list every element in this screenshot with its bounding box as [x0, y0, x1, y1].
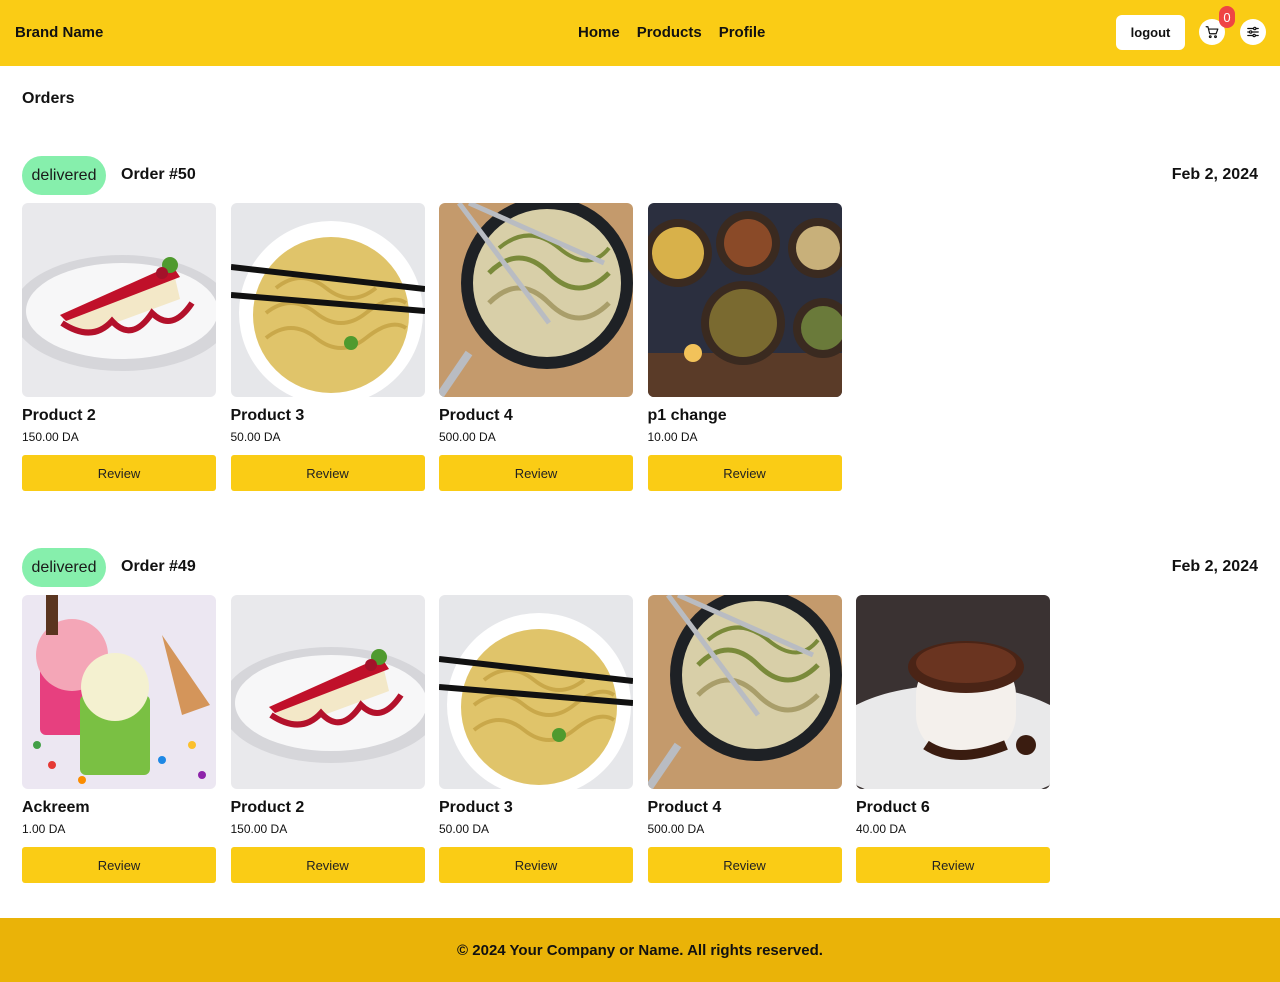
product-image-ice-cream[interactable]: [22, 595, 216, 789]
review-button[interactable]: Review: [230, 455, 425, 491]
product-price: 150.00 DA: [230, 822, 288, 836]
page-title: Orders: [22, 90, 75, 107]
review-button[interactable]: Review: [230, 847, 425, 883]
review-button[interactable]: Review: [439, 455, 633, 491]
review-button[interactable]: Review: [647, 455, 842, 491]
product-price: 40.00 DA: [856, 822, 907, 836]
footer-copyright: © 2024 Your Company or Name. All rights …: [457, 941, 823, 959]
product-card: Product 2 150.00 DA Review: [230, 595, 425, 883]
order-products: Ackreem 1.00 DA Review Product 2 150.00 …: [22, 595, 1050, 883]
product-image-food-pots[interactable]: [647, 203, 842, 397]
product-card: p1 change 10.00 DA Review: [647, 203, 842, 491]
product-card: Product 2 150.00 DA Review: [22, 203, 216, 491]
product-name: Product 2: [22, 407, 96, 424]
cart-count-badge: 0: [1219, 6, 1235, 28]
product-image-pan-pasta[interactable]: [439, 203, 633, 397]
product-price: 500.00 DA: [439, 430, 496, 444]
product-card: Product 3 50.00 DA Review: [439, 595, 633, 883]
order-header: delivered Order #49 Feb 2, 2024: [22, 548, 1258, 587]
sliders-icon: [1247, 26, 1259, 38]
product-price: 50.00 DA: [439, 822, 490, 836]
product-image-cheesecake[interactable]: [22, 203, 216, 397]
order-products: Product 2 150.00 DA Review Product 3 50.…: [22, 203, 842, 491]
order-number: Order #49: [121, 558, 196, 575]
product-name: Product 2: [230, 799, 305, 816]
product-card: Product 3 50.00 DA Review: [230, 203, 425, 491]
brand-name[interactable]: Brand Name: [15, 24, 103, 41]
review-button[interactable]: Review: [647, 847, 842, 883]
product-name: Product 4: [647, 799, 722, 816]
product-price: 10.00 DA: [647, 430, 698, 444]
product-name: Product 6: [856, 799, 930, 816]
filter-settings-button[interactable]: [1240, 19, 1266, 45]
order-date: Feb 2, 2024: [1171, 558, 1258, 575]
product-price: 150.00 DA: [22, 430, 79, 444]
order-number: Order #50: [121, 166, 196, 183]
top-navbar: Brand Name Home Products Profile logout …: [0, 0, 1280, 66]
status-badge: delivered: [22, 548, 106, 587]
product-name: Ackreem: [22, 799, 90, 816]
order-date: Feb 2, 2024: [1171, 166, 1258, 183]
review-button[interactable]: Review: [22, 847, 216, 883]
cart-icon: [1205, 26, 1219, 39]
product-image-noodles[interactable]: [439, 595, 633, 789]
order-header: delivered Order #50 Feb 2, 2024: [22, 156, 1258, 195]
product-card: Product 6 40.00 DA Review: [856, 595, 1050, 883]
product-card: Product 4 500.00 DA Review: [439, 203, 633, 491]
product-name: Product 3: [230, 407, 305, 424]
product-image-pan-pasta[interactable]: [648, 595, 842, 789]
nav-home[interactable]: Home: [578, 24, 620, 41]
status-badge: delivered: [22, 156, 106, 195]
product-price: 50.00 DA: [230, 430, 281, 444]
logout-button[interactable]: logout: [1116, 15, 1185, 50]
product-name: Product 3: [439, 799, 513, 816]
product-image-noodles[interactable]: [231, 203, 425, 397]
review-button[interactable]: Review: [856, 847, 1050, 883]
product-name: Product 4: [439, 407, 513, 424]
review-button[interactable]: Review: [22, 455, 216, 491]
product-name: p1 change: [647, 407, 727, 424]
main-nav: Home Products Profile: [578, 24, 765, 41]
footer: © 2024 Your Company or Name. All rights …: [0, 918, 1280, 982]
review-button[interactable]: Review: [439, 847, 633, 883]
product-price: 500.00 DA: [647, 822, 705, 836]
product-card: Ackreem 1.00 DA Review: [22, 595, 216, 883]
product-card: Product 4 500.00 DA Review: [647, 595, 842, 883]
nav-profile[interactable]: Profile: [719, 24, 766, 41]
product-price: 1.00 DA: [22, 822, 66, 836]
product-image-cheesecake[interactable]: [231, 595, 425, 789]
nav-products[interactable]: Products: [637, 24, 702, 41]
product-image-chocolate-cake[interactable]: [856, 595, 1050, 789]
